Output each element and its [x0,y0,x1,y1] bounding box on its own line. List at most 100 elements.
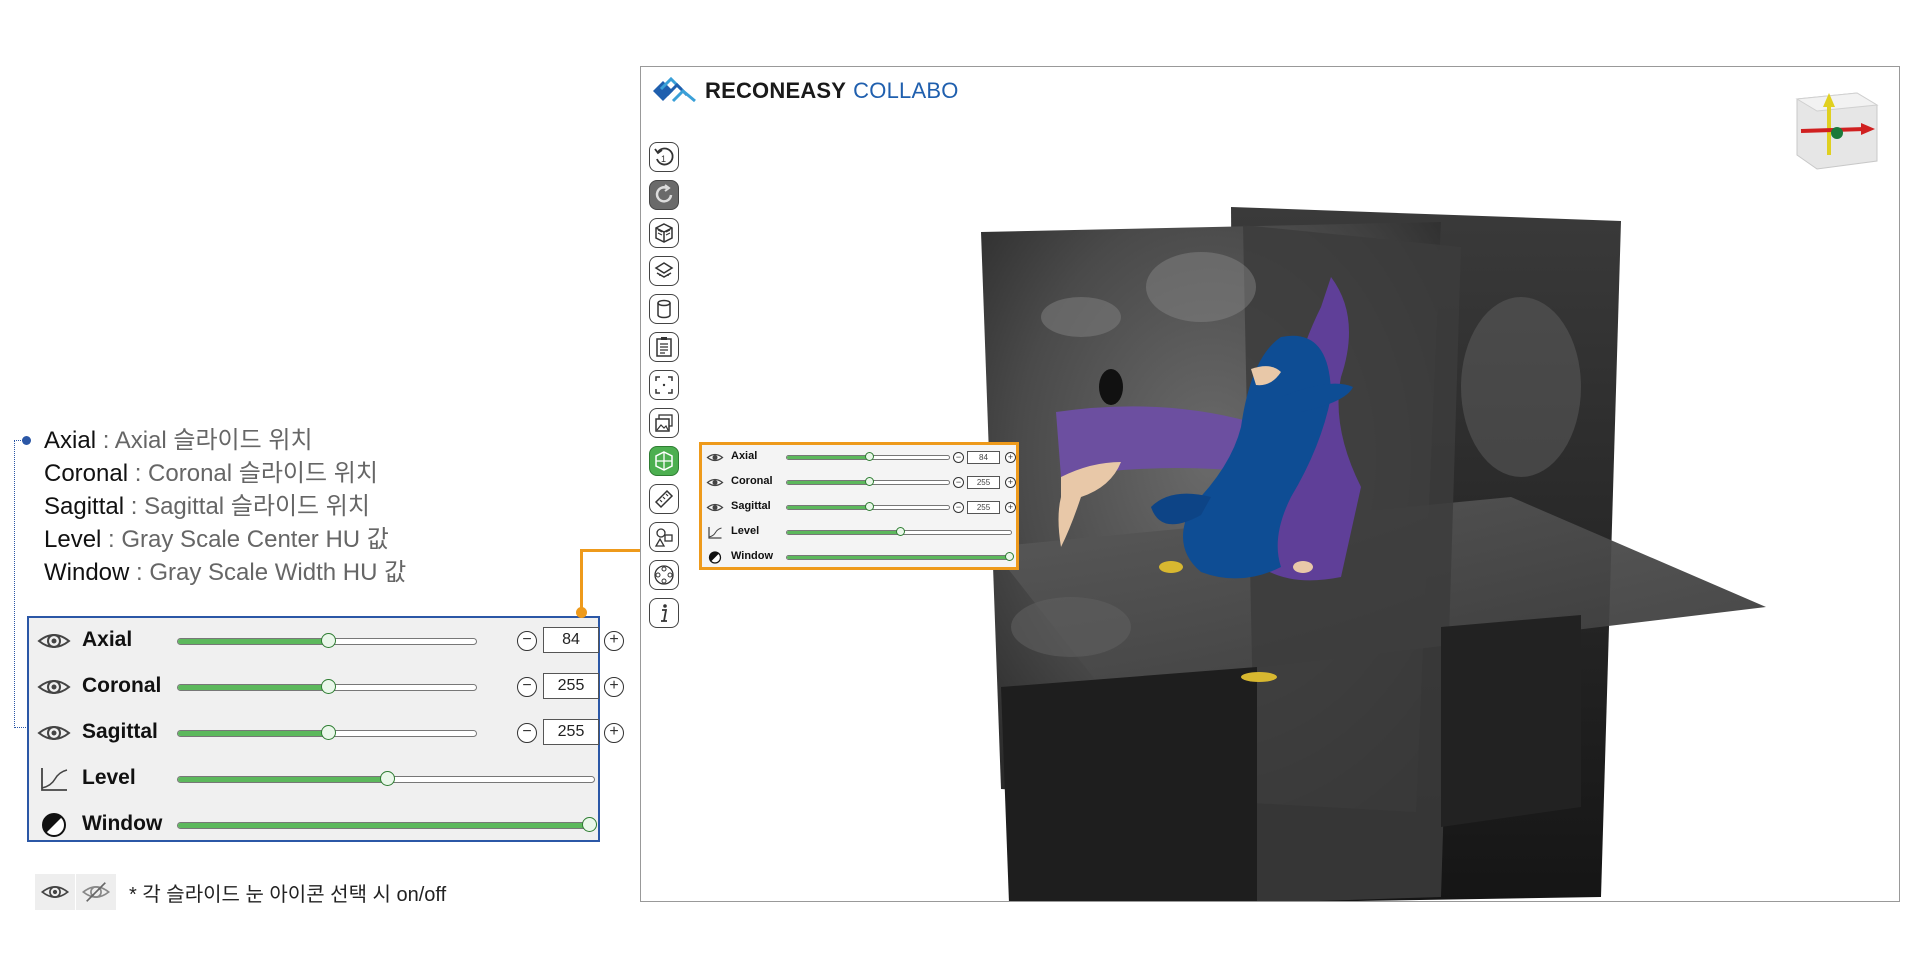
reset-view-button[interactable]: 1 [649,142,679,172]
level-slider[interactable] [786,527,1012,536]
slider-row-axial: Axial − 84 + [702,445,1016,470]
structure-yellow [1159,561,1183,573]
brand-subname: COLLABO [853,78,959,103]
decrement-button[interactable]: − [953,502,964,513]
slider-fill [787,531,900,534]
increment-button[interactable]: + [604,677,624,697]
slider-fill [178,777,387,782]
decrement-button[interactable]: − [517,631,537,651]
level-slider[interactable] [177,771,595,786]
legend-item-coronal: Coronal : Coronal 슬라이드 위치 [44,457,406,490]
slider-handle[interactable] [865,502,874,511]
slider-fill [787,556,1013,559]
connector-dotted-line-bottom [14,727,28,728]
axial-slider[interactable] [177,633,477,648]
increment-button[interactable]: + [1005,502,1016,513]
slider-handle[interactable] [865,477,874,486]
slider-row-coronal: Coronal − 255 + [702,470,1016,495]
increment-button[interactable]: + [604,723,624,743]
slider-row-sagittal: Sagittal − 255 + [702,495,1016,520]
coronal-slider[interactable] [177,679,477,694]
callout-dot [576,607,587,618]
eye-icon [40,886,70,898]
level-curve-icon [41,768,68,791]
cube-view-icon [655,223,673,243]
slider-label: Axial [731,450,758,462]
image-gallery-button[interactable] [649,408,679,438]
legend-desc: : Gray Scale Center HU 값 [101,526,389,553]
slider-fill [178,823,596,828]
shapes-button[interactable] [649,522,679,552]
eye-icon[interactable] [37,628,71,654]
slider-handle[interactable] [380,771,395,786]
increment-button[interactable]: + [604,631,624,651]
fit-frame-button[interactable] [649,370,679,400]
ruler-button[interactable] [649,484,679,514]
slider-handle[interactable] [582,817,597,832]
eye-icon[interactable] [37,674,71,700]
sagittal-value-input[interactable]: 255 [543,719,599,745]
coronal-slider[interactable] [786,477,950,486]
legend-key: Axial [44,427,97,454]
decrement-button[interactable]: − [517,677,537,697]
decrement-button[interactable]: − [517,723,537,743]
orientation-cube-icon[interactable] [1787,85,1883,181]
legend-item-sagittal: Sagittal : Sagittal 슬라이드 위치 [44,490,406,523]
legend-desc: : Axial 슬라이드 위치 [96,427,313,454]
slider-label: Coronal [82,674,162,697]
eye-icon[interactable] [706,501,724,514]
increment-button[interactable]: + [1005,452,1016,463]
legend-item-axial: Axial : Axial 슬라이드 위치 [44,424,406,457]
slider-handle[interactable] [321,633,336,648]
sagittal-slider[interactable] [177,725,477,740]
vertical-toolbar: 1 [649,142,679,636]
legend-key: Level [44,526,102,553]
sagittal-value-input[interactable]: 255 [967,501,1000,514]
slice-control-panel-zoomed: Axial − 84 + Coronal − 255 + Sagittal − … [27,616,624,842]
eye-icon[interactable] [37,720,71,746]
coronal-value-input[interactable]: 255 [967,476,1000,489]
cube-view-button[interactable] [649,218,679,248]
slider-label: Level [82,766,136,789]
ruler-icon [654,489,674,509]
decrement-button[interactable]: − [953,477,964,488]
layers-settings-button[interactable] [649,256,679,286]
slice-planes-button[interactable] [649,446,679,476]
cylinder-button[interactable] [649,294,679,324]
eye-icon[interactable] [706,451,724,464]
slider-label: Axial [82,628,133,651]
sagittal-slider[interactable] [786,502,950,511]
eye-off-icon-sample [76,874,116,910]
shapes-icon [654,528,673,547]
legend-desc: : Coronal 슬라이드 위치 [128,460,378,487]
axial-value-input[interactable]: 84 [543,627,599,653]
slice-control-panel: Axial − 84 + Coronal − 255 + Sagittal − … [699,442,1019,570]
slice-planes-icon [655,451,673,471]
report-icon [656,337,672,357]
axial-value-input[interactable]: 84 [967,451,1000,464]
coronal-value-input[interactable]: 255 [543,673,599,699]
contrast-icon [42,813,66,837]
window-slider[interactable] [786,552,1014,561]
eye-off-icon [81,882,111,902]
slider-handle[interactable] [321,725,336,740]
slider-handle[interactable] [865,452,874,461]
increment-button[interactable]: + [1005,477,1016,488]
decrement-button[interactable]: − [953,452,964,463]
slider-fill [787,506,869,509]
svg-text:1: 1 [661,154,666,164]
legend-key: Window [44,559,130,586]
window-slider[interactable] [177,817,597,832]
axial-slider[interactable] [786,452,950,461]
slider-handle[interactable] [1005,552,1014,561]
fit-frame-icon [655,376,673,394]
slider-label: Coronal [731,475,773,487]
info-button[interactable] [649,598,679,628]
navigation-button[interactable] [649,560,679,590]
slider-handle[interactable] [321,679,336,694]
reconeasy-logo-icon [653,77,696,103]
report-button[interactable] [649,332,679,362]
rotate-button[interactable] [649,180,679,210]
eye-icon[interactable] [706,476,724,489]
slider-handle[interactable] [896,527,905,536]
